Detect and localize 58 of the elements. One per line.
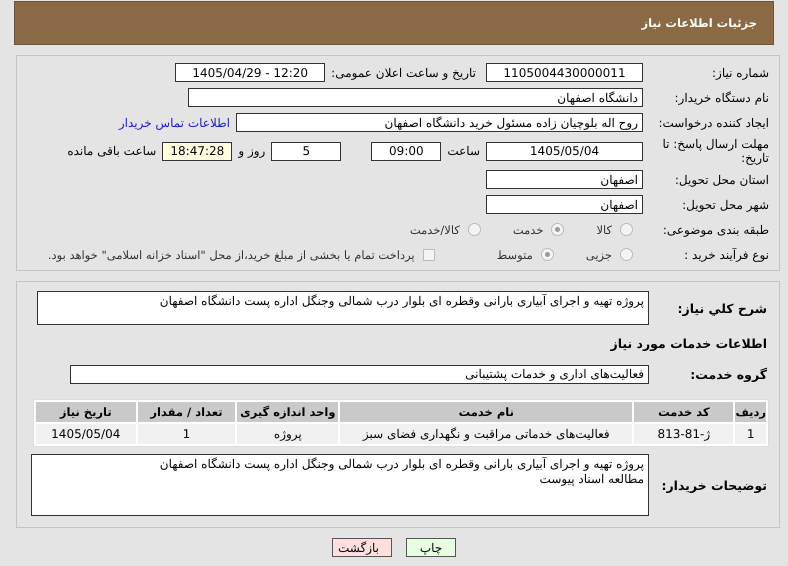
field-label: توضیحات خریدار: <box>660 478 768 492</box>
radio-button[interactable] <box>551 223 564 236</box>
field-label: گروه خدمت: <box>689 366 768 382</box>
radio-label: جزیی <box>586 248 612 262</box>
checkbox[interactable] <box>422 248 435 260</box>
radio-button[interactable] <box>468 223 481 236</box>
field-label: شرح کلي نياز: <box>676 300 768 316</box>
need-number-field: 1105004430000011 <box>486 63 643 82</box>
column-header: نام خدمت <box>340 402 632 422</box>
field-label: مهلت ارسال پاسخ: تا تاریخ: <box>661 137 770 165</box>
back-button[interactable]: بازگشت <box>332 538 392 557</box>
province-field: اصفهان <box>486 170 643 189</box>
table-cell: ژ-81-813 <box>634 424 734 444</box>
city-field: اصفهان <box>486 195 643 214</box>
notes-line: پروژه تهیه و اجرای آبیاری بارانی وقطره ای بلوار درب شمالی وجنگل اداره پست دانشگاه اصفهان <box>158 457 644 472</box>
column-header: ردیف <box>735 402 766 422</box>
requester-field: روح اله بلوچیان زاده مسئول خرید دانشگاه اصفهان <box>236 113 643 132</box>
deadline-time-field: 09:00 <box>371 142 442 160</box>
field-label: تاریخ و ساعت اعلان عمومی: <box>331 66 476 80</box>
column-header: تاریخ نیاز <box>36 402 136 422</box>
radio-label: متوسط <box>496 248 533 262</box>
column-header: کد خدمت <box>634 402 734 422</box>
radio-label: کالا/خدمت <box>410 222 460 236</box>
deadline-date-field: 1405/05/04 <box>486 142 643 160</box>
buyer-field: دانشگاه اصفهان <box>188 88 643 107</box>
announce-date-field: 1405/04/29 - 12:20 <box>175 63 326 82</box>
field-label: نوع فرآیند خرید : <box>683 248 770 262</box>
field-label: طبقه بندی موضوعی: <box>662 222 770 236</box>
service-group-field: فعالیت‌های اداری و خدمات پشتیبانی <box>70 364 649 384</box>
section-title: اطلاعات خدمات مورد نیاز <box>609 336 768 351</box>
table-cell: 1405/05/04 <box>36 424 136 444</box>
description-box: پروژه تهیه و اجرای آبیاری بارانی وقطره ای بلوار درب شمالی وجنگل اداره پست دانشگاه اصفهان <box>37 291 649 325</box>
table-cell: پروژه <box>237 424 338 444</box>
field-label: شهر محل تحویل: <box>681 198 770 212</box>
field-label: استان محل تحویل: <box>674 172 770 186</box>
radio-label: کالا <box>596 222 612 236</box>
remaining-label: ساعت باقی مانده <box>67 144 156 158</box>
table-cell: 1 <box>138 424 236 444</box>
page-title: جزئیات اطلاعات نیاز <box>641 16 757 30</box>
radio-button[interactable] <box>540 248 554 261</box>
print-button[interactable]: چاپ <box>406 538 456 557</box>
days-field: 5 <box>271 142 342 160</box>
field-label: نام دستگاه خریدار: <box>674 90 770 104</box>
column-header: واحد اندازه گیری <box>237 402 338 422</box>
radio-button[interactable] <box>620 223 633 236</box>
time-label: ساعت <box>447 144 480 158</box>
column-header: تعداد / مقدار <box>138 402 236 422</box>
remaining-time-field: 18:47:28 <box>162 142 232 160</box>
days-label: روز و <box>238 144 266 158</box>
field-label: ایجاد کننده درخواست: <box>657 116 770 130</box>
payment-note: پرداخت تمام یا بخشی از مبلغ خرید،از محل "اسناد خزانه اسلامی" خواهد بود. <box>48 248 415 262</box>
table-cell: 1 <box>735 424 766 444</box>
notes-line: مطالعه اسناد پیوست <box>538 472 644 487</box>
field-label: شماره نیاز: <box>711 66 770 80</box>
contact-link[interactable]: اطلاعات تماس خریدار <box>118 116 230 130</box>
radio-label: خدمت <box>512 222 544 236</box>
radio-button[interactable] <box>620 248 633 261</box>
table-cell: فعالیت‌های خدماتی مراقبت و نگهداری فضای سبز <box>340 424 632 444</box>
